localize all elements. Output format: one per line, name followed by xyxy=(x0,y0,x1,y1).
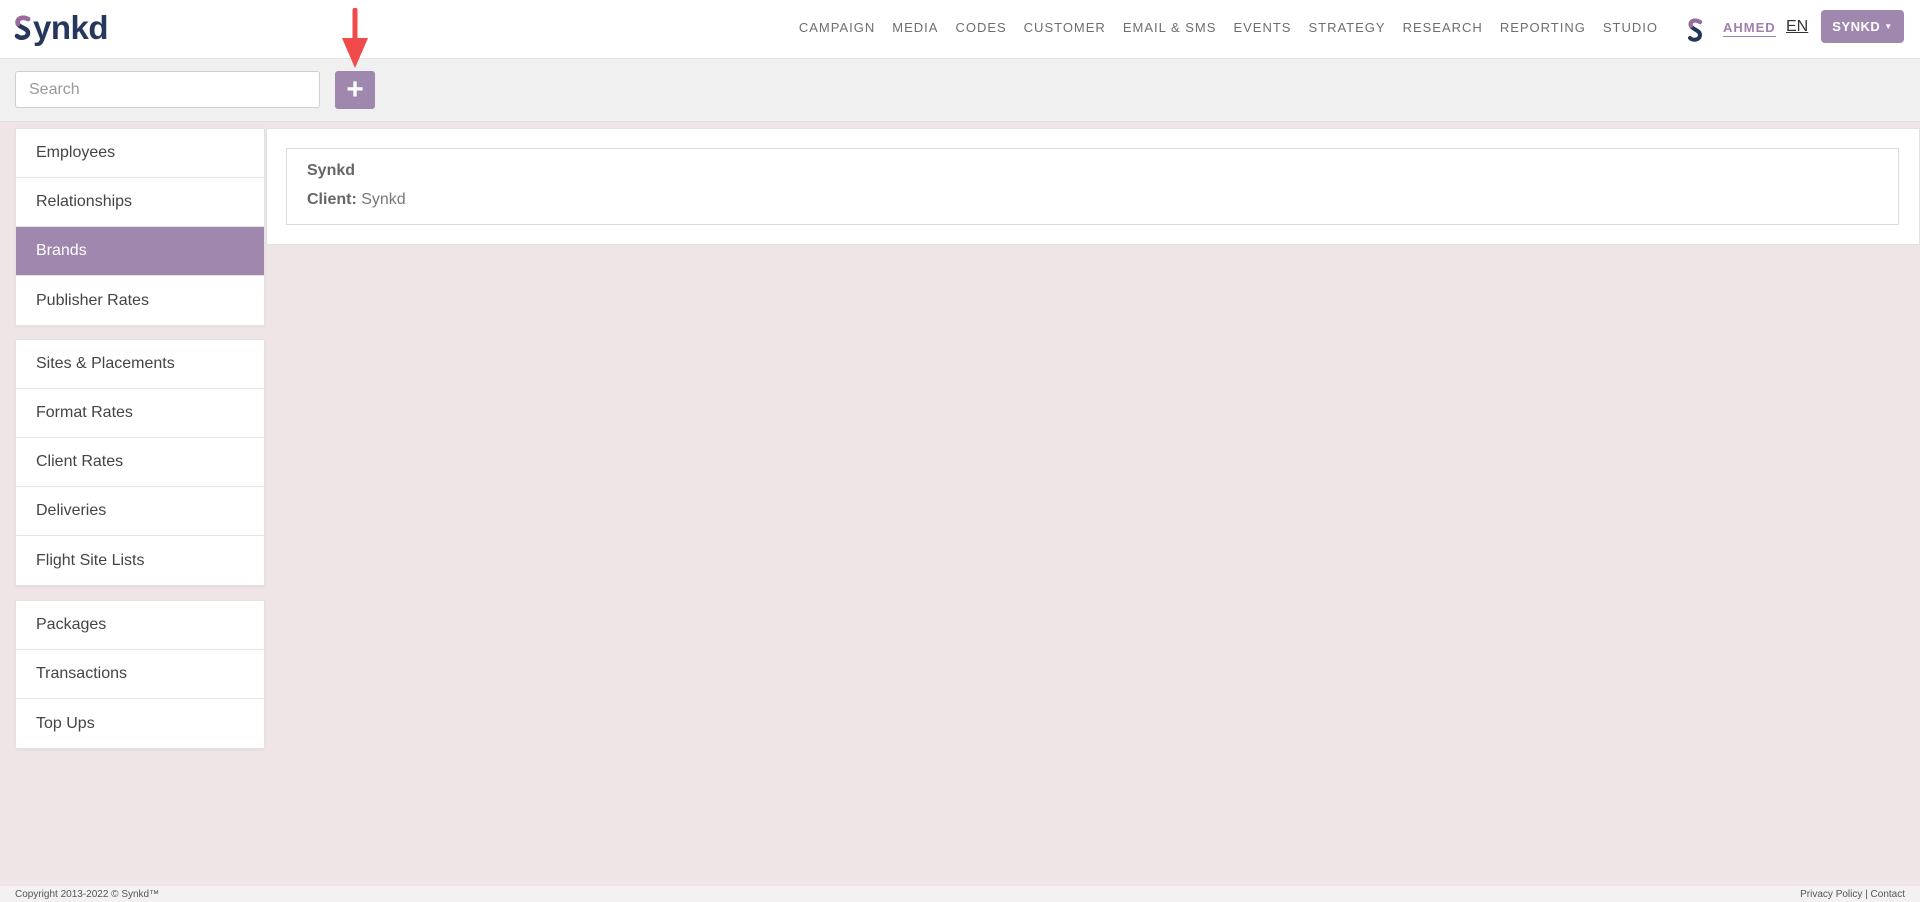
nav-customer[interactable]: CUSTOMER xyxy=(1024,20,1106,35)
sidebar-item-transactions[interactable]: Transactions xyxy=(16,650,264,699)
sidebar-group-media: Sites & Placements Format Rates Client R… xyxy=(15,339,265,586)
footer: Copyright 2013-2022 © Synkd™ Privacy Pol… xyxy=(0,886,1920,902)
nav-strategy[interactable]: STRATEGY xyxy=(1308,20,1385,35)
sidebar-item-flight-site-lists[interactable]: Flight Site Lists xyxy=(16,536,264,585)
sidebar-item-format-rates[interactable]: Format Rates xyxy=(16,389,264,438)
brand-title: Synkd xyxy=(307,162,356,179)
sidebar-item-deliveries[interactable]: Deliveries xyxy=(16,487,264,536)
logo-text: ynkd xyxy=(33,9,109,46)
sidebar-item-relationships[interactable]: Relationships xyxy=(16,178,264,227)
client-value: Synkd xyxy=(361,191,406,208)
sidebar-group-contacts: Employees Relationships Brands Publisher… xyxy=(15,128,265,326)
red-arrow-icon xyxy=(342,8,368,68)
nav-media[interactable]: MEDIA xyxy=(892,20,938,35)
logo-s-icon xyxy=(14,15,31,40)
nav-studio[interactable]: STUDIO xyxy=(1603,20,1658,35)
brand-client: Client: Synkd xyxy=(307,191,406,209)
nav-research[interactable]: RESEARCH xyxy=(1403,20,1483,35)
sidebar-item-employees[interactable]: Employees xyxy=(16,129,264,178)
toolbar: + xyxy=(0,59,1920,122)
search-input[interactable] xyxy=(15,71,320,108)
account-label: SYNKD xyxy=(1832,19,1881,34)
synkd-logo[interactable]: ynkd xyxy=(14,9,109,46)
caret-down-icon: ▼ xyxy=(1884,22,1893,31)
top-navbar: ynkd CAMPAIGN MEDIA CODES CUSTOMER EMAIL… xyxy=(0,0,1920,59)
sidebar-item-client-rates[interactable]: Client Rates xyxy=(16,438,264,487)
language-switch[interactable]: EN xyxy=(1786,18,1808,36)
sidebar-item-publisher-rates[interactable]: Publisher Rates xyxy=(16,276,264,325)
username-link[interactable]: AHMED xyxy=(1723,20,1776,37)
nav-campaign[interactable]: CAMPAIGN xyxy=(799,20,875,35)
copyright-text: Copyright 2013-2022 © Synkd™ xyxy=(15,889,160,900)
nav-email-sms[interactable]: EMAIL & SMS xyxy=(1123,20,1217,35)
nav-events[interactable]: EVENTS xyxy=(1233,20,1291,35)
plus-icon: + xyxy=(346,73,364,106)
sidebar-item-brands[interactable]: Brands xyxy=(16,227,264,276)
footer-links[interactable]: Privacy Policy | Contact xyxy=(1800,889,1905,900)
client-label: Client: xyxy=(307,191,357,208)
nav-reporting[interactable]: REPORTING xyxy=(1500,20,1586,35)
sidebar-item-sites-placements[interactable]: Sites & Placements xyxy=(16,340,264,389)
user-avatar-icon[interactable] xyxy=(1685,18,1705,42)
account-dropdown-button[interactable]: SYNKD ▼ xyxy=(1821,10,1904,43)
sidebar-item-packages[interactable]: Packages xyxy=(16,601,264,650)
brand-card[interactable]: Synkd Client: Synkd xyxy=(286,148,1899,225)
sidebar-group-billing: Packages Transactions Top Ups xyxy=(15,600,265,749)
nav-codes[interactable]: CODES xyxy=(955,20,1006,35)
add-button[interactable]: + xyxy=(335,71,375,109)
main-nav: CAMPAIGN MEDIA CODES CUSTOMER EMAIL & SM… xyxy=(782,0,1658,55)
sidebar-item-top-ups[interactable]: Top Ups xyxy=(16,699,264,748)
